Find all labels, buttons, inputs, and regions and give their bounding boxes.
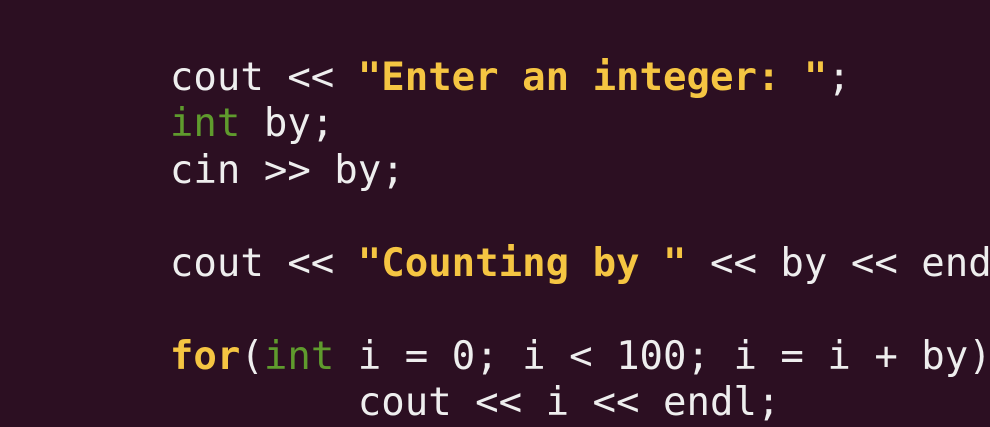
code-token: ; — [827, 54, 851, 100]
code-token: by; — [240, 101, 335, 146]
code-token: << by << endl; — [709, 240, 990, 286]
code-line-7: for(int i = 0; i < 100; i = i + by) — [76, 287, 990, 379]
code-token: cin >> by; — [169, 147, 405, 193]
code-token: ( — [240, 333, 264, 379]
code-token: i = 0; i < 100; i = i + by) — [334, 333, 990, 379]
code-token: cout << — [169, 240, 358, 286]
type-keyword: int — [263, 333, 335, 379]
string-literal: "Counting by " — [357, 240, 687, 286]
code-editor[interactable]: cout << "Enter an integer: "; int by; ci… — [0, 0, 990, 427]
code-line-1: cout << "Enter an integer: "; — [76, 8, 990, 100]
type-keyword: int — [169, 101, 241, 146]
string-literal: "Enter an integer: " — [357, 54, 828, 100]
control-keyword: for — [169, 333, 241, 379]
code-token: cout << i << endl; — [169, 380, 781, 425]
code-line-5: cout << "Counting by " << by << endl; — [76, 194, 990, 286]
code-token: cout << — [169, 54, 358, 100]
